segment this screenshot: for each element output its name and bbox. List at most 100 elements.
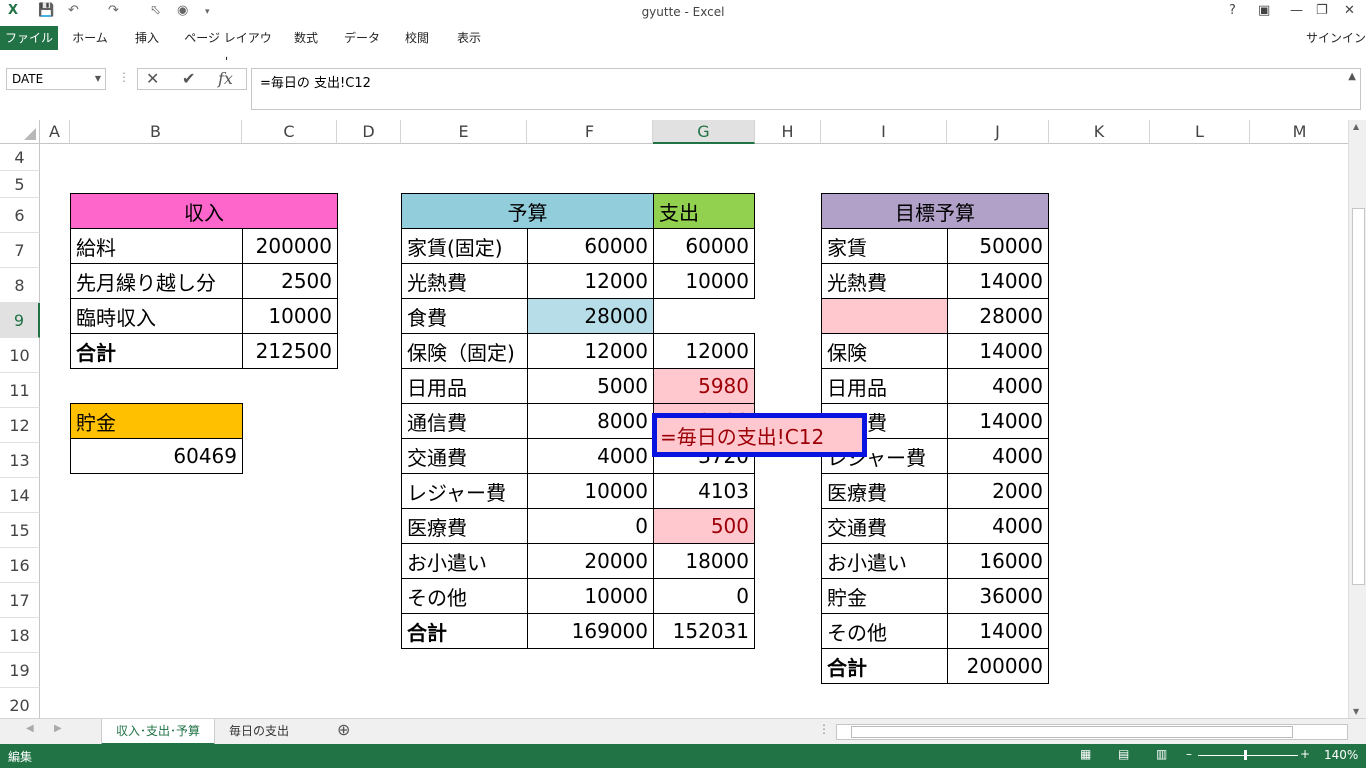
income-value-cell[interactable]: 2500: [242, 263, 338, 299]
prev-sheet-icon[interactable]: ◀: [26, 723, 34, 734]
scroll-up-icon[interactable]: ▲: [1353, 122, 1359, 131]
budget-value-cell[interactable]: 5000: [527, 368, 654, 404]
row-header-14[interactable]: 14: [0, 478, 40, 513]
tab-view[interactable]: 表示: [448, 26, 490, 50]
row-header-11[interactable]: 11: [0, 373, 40, 408]
income-value-cell[interactable]: 212500: [242, 333, 338, 369]
zoom-slider[interactable]: [1198, 755, 1298, 756]
expense-header[interactable]: 支出: [653, 193, 755, 229]
income-label-cell[interactable]: 先月繰り越し分: [70, 263, 243, 299]
target-label-cell[interactable]: 貯金: [821, 578, 948, 614]
budget-label-cell[interactable]: 合計: [401, 613, 528, 649]
expense-value-cell[interactable]: 5980: [653, 368, 755, 404]
expense-value-cell[interactable]: 0: [653, 578, 755, 614]
column-header-f[interactable]: F: [527, 120, 653, 144]
insert-function-icon[interactable]: fx: [218, 69, 233, 89]
target-label-cell[interactable]: お小遣い: [821, 543, 948, 579]
row-header-10[interactable]: 10: [0, 338, 40, 373]
normal-view-icon[interactable]: ▦: [1080, 747, 1091, 761]
target-value-cell[interactable]: 4000: [947, 508, 1049, 544]
vertical-scrollbar[interactable]: ▲ ▼: [1348, 120, 1366, 718]
row-header-18[interactable]: 18: [0, 618, 40, 653]
budget-label-cell[interactable]: 日用品: [401, 368, 528, 404]
tab-insert[interactable]: 挿入: [124, 26, 170, 50]
budget-value-cell[interactable]: 20000: [527, 543, 654, 579]
row-header-6[interactable]: 6: [0, 198, 40, 233]
column-header-m[interactable]: M: [1250, 120, 1348, 144]
column-header-g[interactable]: G: [653, 120, 755, 144]
budget-label-cell[interactable]: 通信費: [401, 403, 528, 439]
target-value-cell[interactable]: 14000: [947, 613, 1049, 649]
sheet-tab-income-expense-budget[interactable]: 収入･支出･予算: [101, 719, 215, 746]
column-header-l[interactable]: L: [1150, 120, 1250, 144]
target-value-cell[interactable]: 200000: [947, 648, 1049, 684]
budget-label-cell[interactable]: 光熱費: [401, 263, 528, 299]
close-icon[interactable]: ✕: [1344, 3, 1355, 18]
target-label-cell[interactable]: 医療費: [821, 473, 948, 509]
budget-label-cell[interactable]: レジャー費: [401, 473, 528, 509]
add-sheet-icon[interactable]: ⊕: [337, 720, 350, 739]
row-header-4[interactable]: 4: [0, 144, 40, 171]
column-header-c[interactable]: C: [242, 120, 337, 144]
zoom-in-icon[interactable]: +: [1300, 747, 1310, 761]
income-header[interactable]: 収入: [70, 193, 338, 229]
income-value-cell[interactable]: 200000: [242, 228, 338, 264]
budget-value-cell[interactable]: 10000: [527, 473, 654, 509]
cancel-icon[interactable]: ✕: [146, 69, 159, 89]
zoom-slider-thumb[interactable]: [1244, 750, 1247, 760]
row-header-9[interactable]: 9: [0, 303, 40, 338]
select-all-corner[interactable]: [0, 120, 40, 144]
column-header-a[interactable]: A: [40, 120, 70, 144]
expense-value-cell[interactable]: 10000: [653, 263, 755, 299]
column-header-b[interactable]: B: [70, 120, 242, 144]
income-label-cell[interactable]: 臨時収入: [70, 298, 243, 334]
next-sheet-icon[interactable]: ▶: [54, 723, 62, 734]
target-value-cell[interactable]: 16000: [947, 543, 1049, 579]
expense-value-cell[interactable]: 60000: [653, 228, 755, 264]
budget-label-cell[interactable]: 医療費: [401, 508, 528, 544]
budget-label-cell[interactable]: 保険（固定): [401, 333, 528, 369]
row-header-12[interactable]: 12: [0, 408, 40, 443]
budget-label-cell[interactable]: その他: [401, 578, 528, 614]
budget-value-cell[interactable]: 169000: [527, 613, 654, 649]
worksheet-grid[interactable]: ABCDEFGHIJKLM 4 5 6 7 8 9 10 11 12 13 14 15 16 17 18 19…: [0, 120, 1348, 718]
expense-value-cell[interactable]: 12000: [653, 333, 755, 369]
column-header-j[interactable]: J: [947, 120, 1049, 144]
budget-label-cell[interactable]: お小遣い: [401, 543, 528, 579]
row-header-16[interactable]: 16: [0, 548, 40, 583]
row-header-13[interactable]: 13: [0, 443, 40, 478]
ribbon-display-icon[interactable]: ▣: [1258, 3, 1270, 18]
row-header-17[interactable]: 17: [0, 583, 40, 618]
horizontal-scroll-thumb[interactable]: [851, 726, 1293, 738]
budget-label-cell[interactable]: 交通費: [401, 438, 528, 474]
row-header-19[interactable]: 19: [0, 653, 40, 688]
target-value-cell[interactable]: 28000: [947, 298, 1049, 334]
target-label-cell[interactable]: 光熱費: [821, 263, 948, 299]
target-value-cell[interactable]: 14000: [947, 333, 1049, 369]
row-header-8[interactable]: 8: [0, 268, 40, 303]
budget-value-cell[interactable]: 12000: [527, 333, 654, 369]
minimize-icon[interactable]: —: [1290, 3, 1303, 18]
column-header-i[interactable]: I: [821, 120, 947, 144]
row-header-5[interactable]: 5: [0, 171, 40, 198]
expense-value-cell[interactable]: 18000: [653, 543, 755, 579]
budget-value-cell[interactable]: 10000: [527, 578, 654, 614]
target-label-cell[interactable]: 交通費: [821, 508, 948, 544]
expense-value-cell[interactable]: 4103: [653, 473, 755, 509]
budget-value-cell[interactable]: 60000: [527, 228, 654, 264]
column-header-k[interactable]: K: [1049, 120, 1150, 144]
sign-in-link[interactable]: サインイン: [1306, 26, 1366, 50]
expense-value-cell[interactable]: 152031: [653, 613, 755, 649]
page-break-view-icon[interactable]: ▥: [1156, 747, 1167, 761]
formula-input[interactable]: =毎日の 支出!C12 ▲: [251, 68, 1361, 110]
chevron-down-icon[interactable]: ▼: [95, 69, 101, 89]
income-value-cell[interactable]: 10000: [242, 298, 338, 334]
target-label-cell[interactable]: [821, 298, 948, 334]
vertical-scroll-thumb[interactable]: [1352, 208, 1365, 585]
target-value-cell[interactable]: 2000: [947, 473, 1049, 509]
column-header-d[interactable]: D: [337, 120, 401, 144]
tab-file[interactable]: ファイル: [0, 26, 58, 50]
tab-review[interactable]: 校閲: [396, 26, 438, 50]
scroll-down-icon[interactable]: ▼: [1353, 707, 1359, 716]
restore-icon[interactable]: ❐: [1316, 3, 1328, 18]
